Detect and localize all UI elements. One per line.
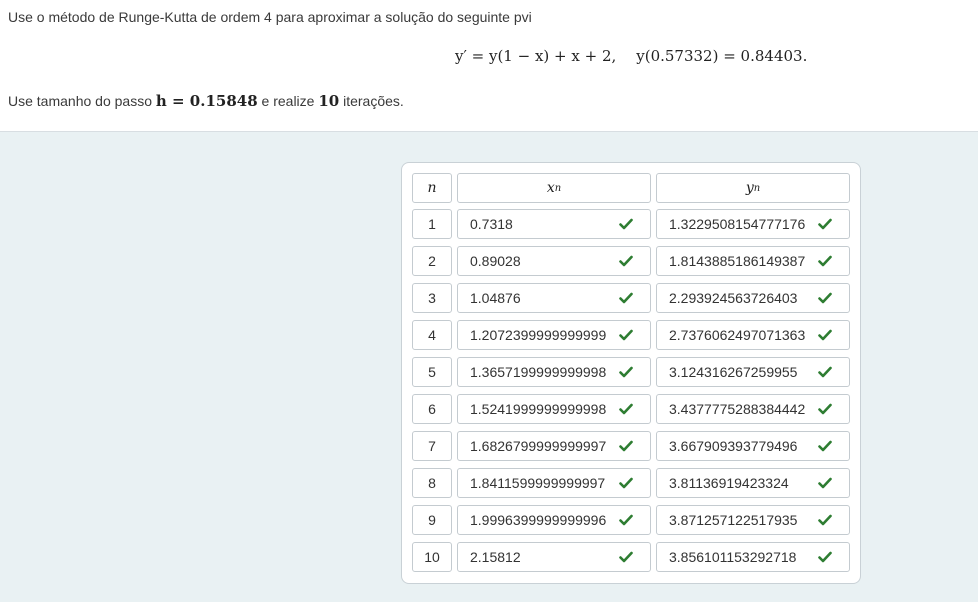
yn-value: 1.8143885186149387: [669, 253, 806, 269]
yn-value: 3.124316267259955: [669, 364, 798, 380]
yn-value: 2.293924563726403: [669, 290, 798, 306]
xn-value: 1.9996399999999996: [470, 512, 607, 528]
row-index: 10: [412, 542, 452, 572]
header-yn: yn: [656, 173, 850, 203]
row-index: 5: [412, 357, 452, 387]
xn-value: 1.04876: [470, 290, 521, 306]
yn-value: 3.667909393779496: [669, 438, 798, 454]
check-icon: [618, 364, 634, 380]
yn-value: 1.3229508154777176: [669, 216, 806, 232]
question-panel: Use o método de Runge-Kutta de ordem 4 p…: [0, 0, 978, 132]
check-icon: [618, 549, 634, 565]
yn-input[interactable]: 1.3229508154777176: [656, 209, 850, 239]
header-xn: xn: [457, 173, 651, 203]
question-instruction: Use o método de Runge-Kutta de ordem 4 p…: [8, 9, 532, 25]
ivp-equation: y′ = y(1 − x) + x + 2, y(0.57332) = 0.844…: [455, 47, 807, 65]
check-icon: [618, 253, 634, 269]
yn-input[interactable]: 2.7376062497071363: [656, 320, 850, 350]
row-index: 4: [412, 320, 452, 350]
initial-condition: y(0.57332) = 0.84403.: [636, 47, 808, 65]
yn-input[interactable]: 2.293924563726403: [656, 283, 850, 313]
xn-input[interactable]: 1.9996399999999996: [457, 505, 651, 535]
yn-input[interactable]: 3.856101153292718: [656, 542, 850, 572]
check-icon: [817, 438, 833, 454]
xn-input[interactable]: 2.15812: [457, 542, 651, 572]
differential-equation: y′ = y(1 − x) + x + 2,: [455, 47, 617, 65]
yn-input[interactable]: 3.667909393779496: [656, 431, 850, 461]
check-icon: [618, 438, 634, 454]
step-text-prefix: Use tamanho do passo: [8, 93, 152, 109]
row-index: 3: [412, 283, 452, 313]
check-icon: [618, 401, 634, 417]
yn-input[interactable]: 3.4377775288384442: [656, 394, 850, 424]
xn-input[interactable]: 1.6826799999999997: [457, 431, 651, 461]
check-icon: [618, 216, 634, 232]
xn-input[interactable]: 1.2072399999999999: [457, 320, 651, 350]
xn-value: 1.5241999999999998: [470, 401, 607, 417]
xn-input[interactable]: 1.04876: [457, 283, 651, 313]
xn-input[interactable]: 1.8411599999999997: [457, 468, 651, 498]
yn-value: 3.856101153292718: [669, 549, 797, 565]
check-icon: [618, 290, 634, 306]
xn-value: 0.89028: [470, 253, 521, 269]
step-instruction: Use tamanho do passo h = 0.15848 e reali…: [8, 92, 404, 110]
yn-value: 3.81136919423324: [669, 475, 789, 491]
check-icon: [817, 253, 833, 269]
check-icon: [817, 401, 833, 417]
check-icon: [817, 512, 833, 528]
check-icon: [817, 327, 833, 343]
xn-input[interactable]: 0.89028: [457, 246, 651, 276]
xn-value: 0.7318: [470, 216, 513, 232]
xn-value: 1.2072399999999999: [470, 327, 607, 343]
answer-table: n xn yn 1 0.7318 1.3229508154777176 2 0.8902…: [401, 162, 861, 584]
yn-value: 3.4377775288384442: [669, 401, 806, 417]
step-text-suffix: iterações.: [343, 93, 404, 109]
check-icon: [618, 327, 634, 343]
xn-value: 1.3657199999999998: [470, 364, 607, 380]
row-index: 6: [412, 394, 452, 424]
row-index: 7: [412, 431, 452, 461]
check-icon: [817, 549, 833, 565]
row-index: 2: [412, 246, 452, 276]
row-index: 1: [412, 209, 452, 239]
check-icon: [618, 512, 634, 528]
xn-input[interactable]: 1.5241999999999998: [457, 394, 651, 424]
iteration-count: 10: [318, 92, 340, 110]
step-size: h = 0.15848: [155, 92, 258, 110]
check-icon: [618, 475, 634, 491]
yn-input[interactable]: 3.871257122517935: [656, 505, 850, 535]
header-n: n: [412, 173, 452, 203]
step-text-mid: e realize: [261, 93, 315, 109]
row-index: 9: [412, 505, 452, 535]
yn-input[interactable]: 3.124316267259955: [656, 357, 850, 387]
yn-input[interactable]: 1.8143885186149387: [656, 246, 850, 276]
yn-input[interactable]: 3.81136919423324: [656, 468, 850, 498]
check-icon: [817, 364, 833, 380]
xn-value: 1.6826799999999997: [470, 438, 607, 454]
yn-value: 2.7376062497071363: [669, 327, 806, 343]
row-index: 8: [412, 468, 452, 498]
xn-value: 1.8411599999999997: [470, 475, 606, 491]
xn-input[interactable]: 1.3657199999999998: [457, 357, 651, 387]
xn-value: 2.15812: [470, 549, 521, 565]
xn-input[interactable]: 0.7318: [457, 209, 651, 239]
check-icon: [817, 290, 833, 306]
check-icon: [817, 475, 833, 491]
check-icon: [817, 216, 833, 232]
yn-value: 3.871257122517935: [669, 512, 798, 528]
